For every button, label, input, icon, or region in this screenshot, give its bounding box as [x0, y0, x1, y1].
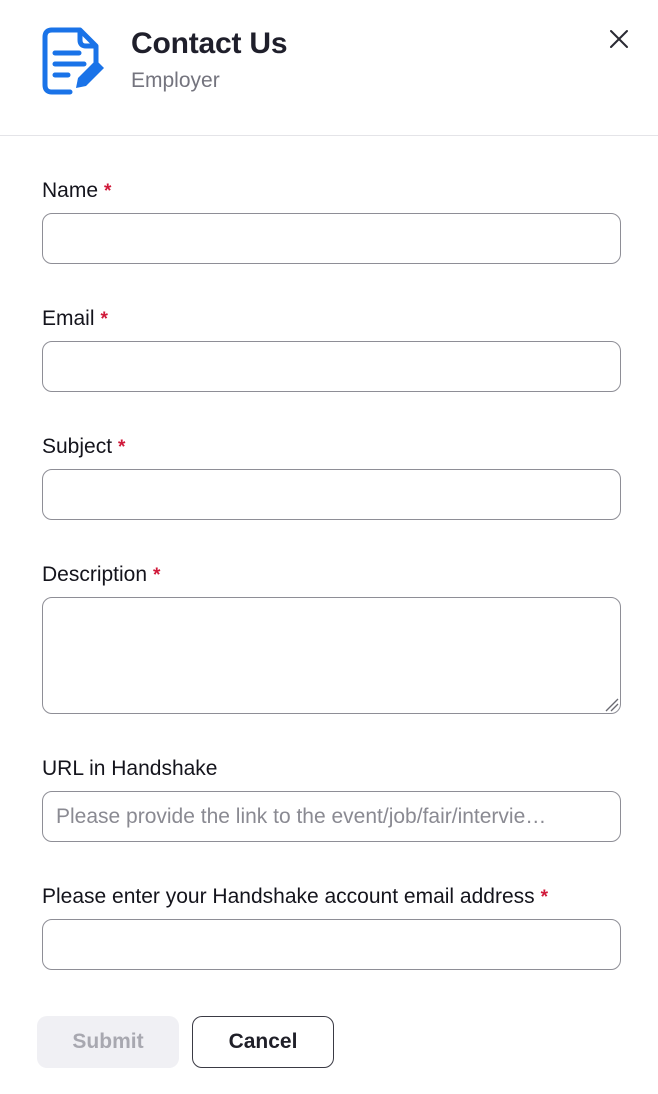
url-field-group: URL in Handshake: [42, 756, 621, 842]
account-email-input[interactable]: [42, 919, 621, 970]
panel-header: Contact Us Employer: [0, 0, 658, 136]
form-edit-icon: [42, 27, 104, 95]
required-marker: *: [104, 181, 112, 202]
subject-input[interactable]: [42, 469, 621, 520]
required-marker: *: [118, 437, 126, 458]
name-field-group: Name *: [42, 178, 621, 264]
account-email-field-group: Please enter your Handshake account emai…: [42, 884, 621, 970]
close-button[interactable]: [604, 24, 634, 54]
subject-field-group: Subject *: [42, 434, 621, 520]
description-field-group: Description *: [42, 562, 621, 714]
description-textarea-wrap: [42, 597, 621, 714]
name-input[interactable]: [42, 213, 621, 264]
url-label: URL in Handshake: [42, 756, 621, 782]
url-input[interactable]: [42, 791, 621, 842]
required-marker: *: [153, 565, 161, 586]
name-label: Name *: [42, 178, 621, 204]
required-marker: *: [100, 309, 108, 330]
page-subtitle: Employer: [131, 69, 220, 92]
email-field-group: Email *: [42, 306, 621, 392]
email-input[interactable]: [42, 341, 621, 392]
name-label-text: Name: [42, 179, 99, 202]
subject-label: Subject *: [42, 434, 621, 460]
description-textarea[interactable]: [42, 597, 621, 714]
submit-button[interactable]: Submit: [37, 1016, 179, 1068]
account-email-label-text: Please enter your Handshake account emai…: [42, 885, 535, 908]
description-label: Description *: [42, 562, 621, 588]
subject-label-text: Subject: [42, 435, 113, 458]
page-title: Contact Us: [131, 27, 288, 60]
contact-us-panel: Contact Us Employer Name * Email * Subject…: [0, 0, 658, 1094]
email-label-text: Email: [42, 307, 95, 330]
description-label-text: Description: [42, 563, 148, 586]
email-label: Email *: [42, 306, 621, 332]
close-icon: [610, 30, 628, 48]
account-email-label: Please enter your Handshake account emai…: [42, 884, 621, 910]
cancel-button[interactable]: Cancel: [192, 1016, 334, 1068]
url-label-text: URL in Handshake: [42, 757, 218, 780]
required-marker: *: [540, 887, 549, 908]
